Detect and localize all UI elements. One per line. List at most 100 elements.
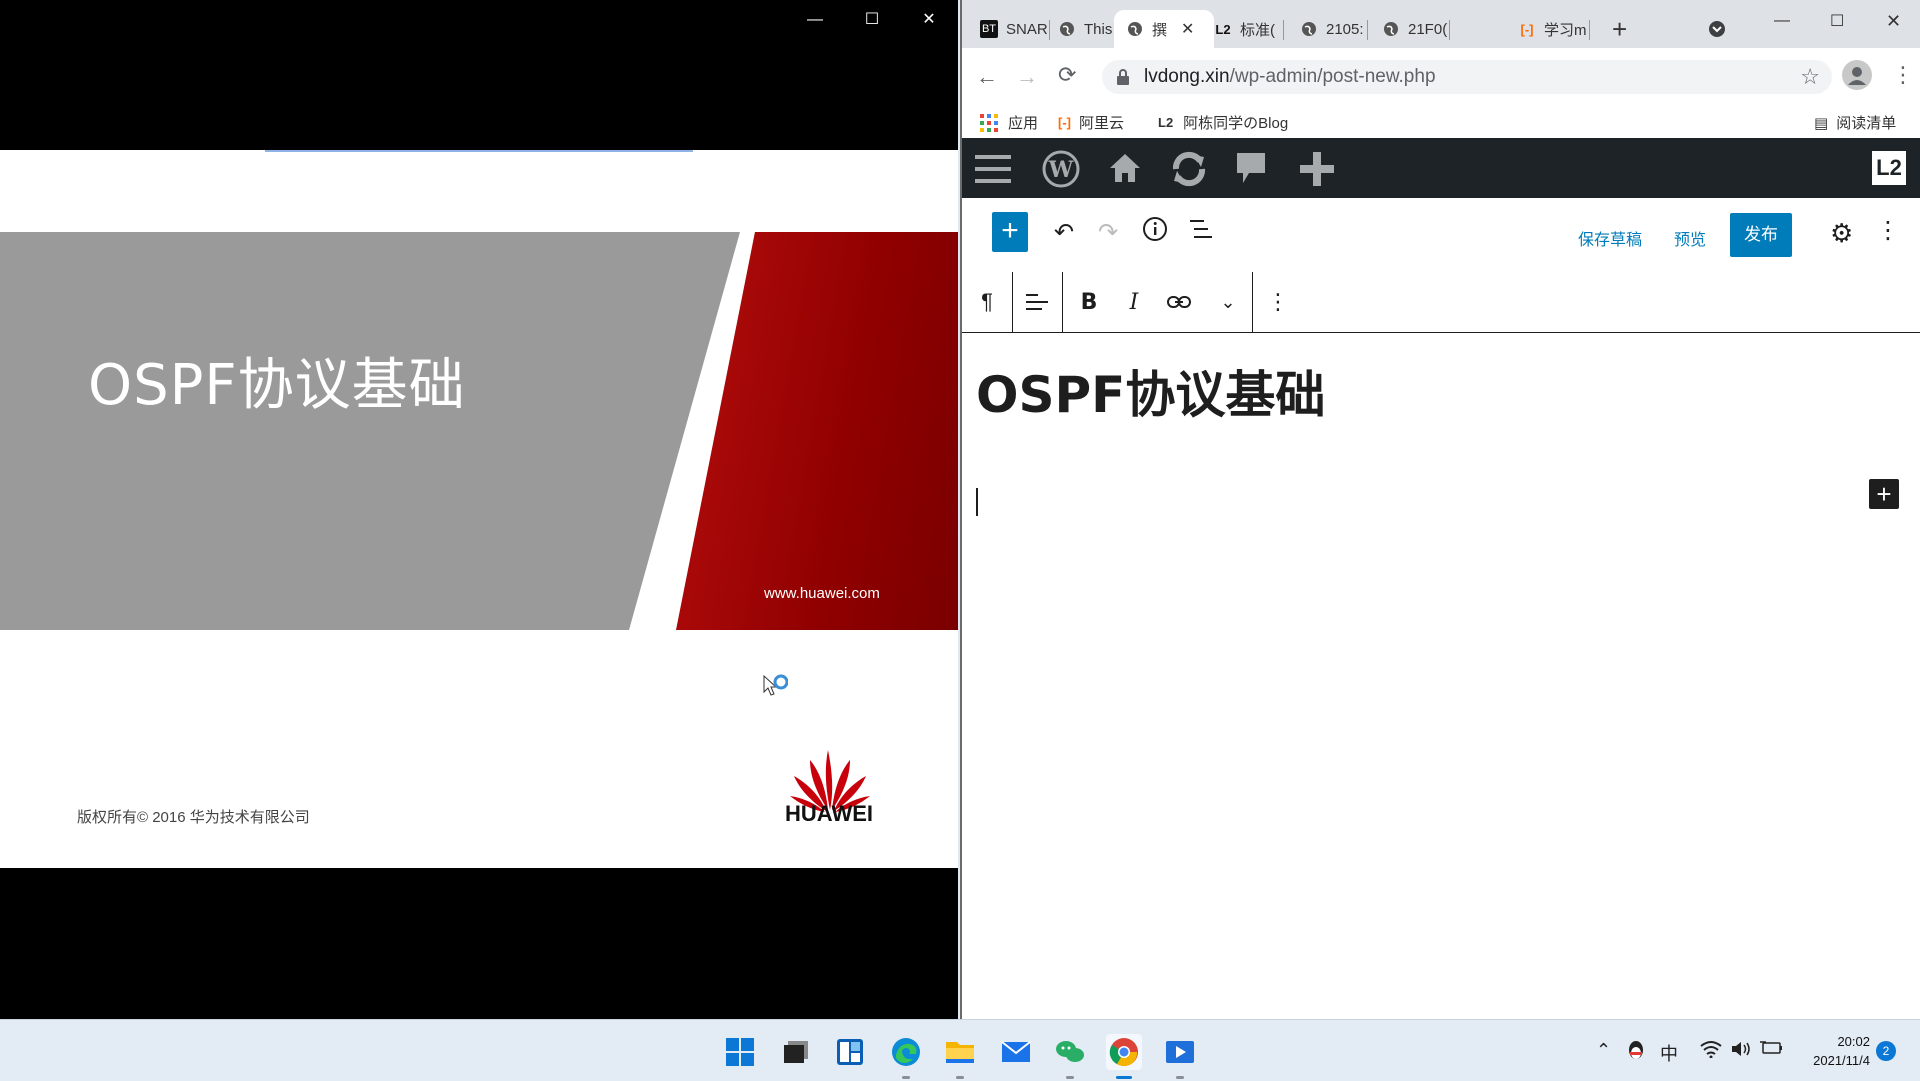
battery-icon[interactable] [1760, 1040, 1784, 1061]
tab-6[interactable]: 21F0( [1382, 10, 1450, 48]
close-button[interactable]: ✕ [1886, 2, 1916, 40]
bookmark-apps[interactable]: 应用 [980, 112, 1038, 133]
menu-icon[interactable] [972, 148, 1014, 190]
slide-title: OSPF协议基础 [88, 353, 466, 418]
inline-add-block-button[interactable]: + [1869, 479, 1899, 509]
start-windows-icon[interactable] [722, 1034, 758, 1070]
editor-header: + ↶ ↷ 保存草稿 预览 发布 ⚙ ⋮ [962, 198, 1920, 273]
file-explorer-icon[interactable] [942, 1034, 978, 1079]
bookmark-blog[interactable]: L2 阿栋同学のBlog [1158, 112, 1288, 133]
tray-chevron-up-icon[interactable]: ⌃ [1596, 1040, 1611, 1061]
more-options-icon[interactable]: ⋮ [1254, 272, 1302, 332]
updates-icon[interactable] [1168, 148, 1210, 190]
link-icon[interactable] [1154, 272, 1204, 332]
viewer-maximize-button[interactable]: ☐ [852, 8, 892, 32]
clock[interactable]: 20:02 2021/11/4 [1800, 1032, 1870, 1070]
minimize-button[interactable]: — [1774, 2, 1804, 40]
undo-icon[interactable]: ↶ [1054, 218, 1074, 247]
post-title[interactable]: OSPF协议基础 [976, 355, 1325, 427]
slide-gray-band [0, 232, 740, 630]
reload-icon[interactable]: ⟳ [1058, 62, 1076, 88]
settings-gear-icon[interactable]: ⚙ [1830, 218, 1853, 249]
align-icon[interactable] [1012, 272, 1062, 332]
address-bar[interactable]: lvdong.xin/wp-admin/post-new.php ☆ [1102, 60, 1832, 94]
new-content-icon[interactable] [1296, 148, 1338, 190]
tab-label: 21F0( [1408, 20, 1448, 38]
wifi-icon[interactable] [1700, 1040, 1722, 1063]
viewer-minimize-button[interactable]: — [795, 8, 835, 32]
mail-icon[interactable] [998, 1034, 1034, 1070]
bookmark-label: 应用 [1008, 115, 1039, 132]
redo-icon[interactable]: ↷ [1098, 218, 1118, 247]
tab-label: 撰 [1152, 21, 1168, 39]
apps-grid-icon [980, 113, 998, 132]
edge-browser-icon[interactable] [888, 1034, 924, 1079]
browser-toolbar: ← → ⟳ lvdong.xin/wp-admin/post-new.php ☆… [962, 48, 1920, 106]
slide-copyright: 版权所有© 2016 华为技术有限公司 [77, 809, 310, 826]
notification-badge[interactable]: 2 [1876, 1041, 1896, 1061]
options-dots-icon[interactable]: ⋮ [1876, 216, 1900, 245]
tab-1[interactable]: BT SNAR [980, 10, 1050, 48]
list-view-icon[interactable] [1188, 218, 1214, 245]
task-view-icon[interactable] [778, 1034, 814, 1070]
lock-icon [1117, 69, 1129, 85]
tab-label: 学习m [1544, 21, 1587, 39]
slide-url: www.huawei.com [764, 585, 880, 602]
italic-icon[interactable]: I [1112, 272, 1156, 332]
profile-avatar[interactable] [1842, 60, 1872, 90]
bt-icon: BT [980, 20, 998, 38]
home-icon[interactable] [1104, 148, 1146, 190]
tab-3-active[interactable]: 撰 ✕ [1114, 10, 1214, 48]
info-icon[interactable] [1142, 216, 1168, 247]
ime-indicator[interactable]: 中 [1660, 1040, 1678, 1066]
slide-viewer-window: — ☐ ✕ OSPF协议基础 www.huawei.com 版权所有© 2016… [0, 0, 958, 1019]
forward-icon[interactable]: → [1016, 64, 1038, 90]
menu-dots-icon[interactable]: ⋮ [1892, 62, 1914, 88]
viewer-close-button[interactable]: ✕ [909, 8, 949, 32]
globe-icon [1382, 20, 1400, 38]
chrome-browser-icon[interactable] [1106, 1034, 1142, 1079]
reading-list-label: 阅读清单 [1836, 115, 1897, 132]
preview-button[interactable]: 预览 [1674, 226, 1706, 250]
wechat-icon[interactable] [1052, 1034, 1088, 1079]
back-icon[interactable]: ← [976, 64, 998, 90]
bookmarks-bar: 应用 [-] 阿里云 L2 阿栋同学のBlog ▤ 阅读清单 [962, 106, 1920, 138]
huawei-logo-text: HUAWEI [785, 801, 873, 826]
bookmark-star-icon[interactable]: ☆ [1800, 64, 1820, 90]
comments-icon[interactable] [1230, 148, 1272, 190]
tab-4[interactable]: L2 标准( [1214, 10, 1284, 48]
bold-icon[interactable]: B [1066, 272, 1112, 332]
add-block-button[interactable]: + [992, 212, 1028, 252]
aliyun-icon: [-] [1520, 21, 1534, 37]
wordpress-logo-icon[interactable]: W [1040, 148, 1082, 190]
l2-icon: L2 [1215, 21, 1231, 37]
clock-time: 20:02 [1837, 1034, 1870, 1049]
user-avatar-icon[interactable]: L2 [1872, 151, 1906, 185]
tab-search-icon[interactable] [1708, 10, 1732, 48]
slide: OSPF协议基础 www.huawei.com 版权所有© 2016 华为技术有… [0, 150, 958, 868]
qq-icon[interactable] [1626, 1040, 1646, 1067]
tab-label: 2105: [1326, 20, 1364, 38]
publish-button[interactable]: 发布 [1730, 213, 1792, 257]
tab-5[interactable]: 2105: [1300, 10, 1368, 48]
url-path: /wp-admin/post-new.php [1229, 66, 1436, 87]
tab-close-icon[interactable]: ✕ [1181, 19, 1194, 39]
media-player-icon[interactable] [1162, 1034, 1198, 1079]
volume-icon[interactable] [1730, 1040, 1752, 1063]
new-tab-button[interactable]: + [1612, 10, 1636, 48]
tab-label: SNAR [1006, 20, 1048, 38]
tab-7[interactable]: [-] 学习m [1518, 10, 1590, 48]
slide-top-line [265, 150, 693, 152]
widgets-icon[interactable] [832, 1034, 868, 1070]
reading-list-icon: ▤ [1814, 114, 1829, 132]
tab-label: 标准( [1240, 21, 1275, 39]
bookmark-aliyun[interactable]: [-] 阿里云 [1058, 112, 1124, 133]
bookmark-label: 阿里云 [1079, 115, 1125, 132]
save-draft-button[interactable]: 保存草稿 [1578, 226, 1642, 250]
reading-list[interactable]: ▤ 阅读清单 [1814, 112, 1896, 133]
url-host: lvdong.xin [1144, 66, 1230, 87]
paragraph-icon[interactable]: ¶ [962, 272, 1012, 332]
chevron-down-icon[interactable]: ⌄ [1204, 272, 1252, 332]
taskbar: ⌃ 中 20:02 2021/11/4 2 [0, 1019, 1920, 1081]
maximize-button[interactable]: ☐ [1830, 2, 1860, 40]
